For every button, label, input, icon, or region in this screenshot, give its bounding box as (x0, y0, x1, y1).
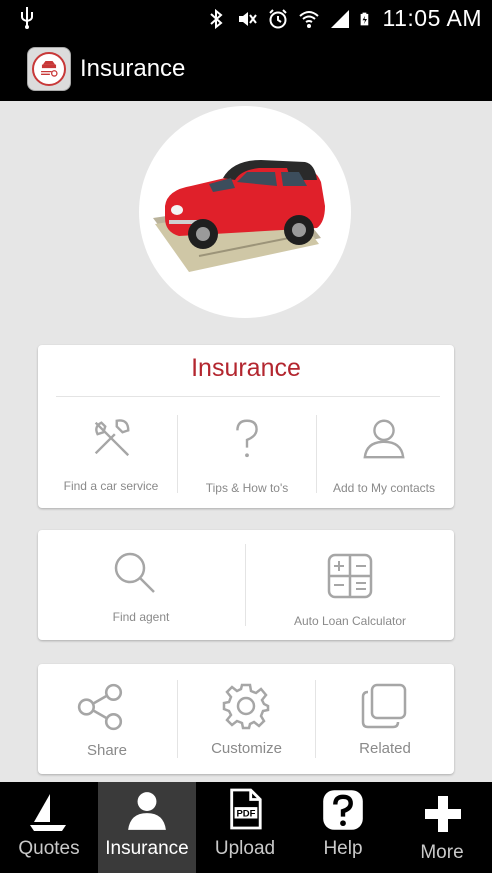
tab-label: Upload (214, 838, 276, 859)
app-logo[interactable] (27, 47, 71, 91)
customize-label: Customize (211, 740, 282, 757)
tips-button[interactable]: Tips & How to's (178, 405, 316, 501)
hero-car-image (139, 106, 351, 318)
tab-help[interactable]: Help (294, 782, 392, 873)
status-bar: 11:05 AM (0, 0, 492, 37)
share-icon (77, 683, 123, 731)
tab-label: More (420, 842, 464, 863)
bluetooth-icon (209, 8, 223, 29)
find-car-service-button[interactable]: Find a car service (46, 405, 176, 501)
pdf-badge: PDF (236, 809, 255, 820)
tab-quotes[interactable]: Quotes (0, 782, 98, 873)
car-insurance-icon (41, 61, 58, 77)
tools-card: Find agent Auto Loan Calculator (38, 530, 454, 640)
page-title: Insurance (80, 55, 186, 82)
related-button[interactable]: Related (316, 664, 454, 774)
related-label: Related (359, 740, 411, 757)
customize-button[interactable]: Customize (178, 664, 315, 774)
stacked-squares-icon (361, 683, 407, 729)
loan-calculator-label: Auto Loan Calculator (293, 614, 407, 628)
magnifier-icon (114, 552, 155, 593)
find-agent-button[interactable]: Find agent (38, 530, 244, 640)
more-card: Share Customize Related (38, 664, 454, 774)
tab-label: Insurance (105, 838, 189, 859)
tools-icon (94, 419, 130, 457)
mute-icon (238, 11, 257, 26)
wifi-icon (298, 10, 319, 28)
pdf-file-icon: PDF (230, 788, 262, 830)
gear-icon (222, 683, 270, 730)
signal-icon (330, 9, 349, 28)
add-contacts-label: Add to My contacts (332, 481, 436, 495)
find-agent-label: Find agent (112, 610, 170, 624)
person-icon (128, 792, 166, 830)
add-contacts-button[interactable]: Add to My contacts (317, 405, 451, 501)
alarm-icon (268, 8, 287, 28)
help-icon (323, 790, 363, 830)
status-clock: 11:05 AM (382, 5, 482, 31)
tab-label: Quotes (18, 838, 80, 859)
question-mark-icon (236, 419, 258, 458)
tab-label: Help (323, 838, 363, 859)
tab-insurance[interactable]: Insurance (98, 782, 196, 873)
divider (56, 396, 440, 397)
battery-icon (360, 12, 368, 25)
person-icon (363, 419, 405, 459)
calculator-icon (327, 553, 373, 599)
share-button[interactable]: Share (38, 664, 176, 774)
card-title: Insurance (191, 354, 301, 382)
usb-icon (21, 7, 33, 29)
tab-more[interactable]: More (392, 782, 492, 873)
plus-icon (425, 796, 461, 832)
find-car-service-label: Find a car service (63, 479, 159, 493)
insurance-card: Insurance Find a car service Tips & How … (38, 345, 454, 508)
bottom-tab-bar: Quotes Insurance PDF Upload Help More (0, 782, 492, 873)
loan-calculator-button[interactable]: Auto Loan Calculator (246, 530, 454, 640)
share-label: Share (86, 742, 128, 759)
tab-upload[interactable]: PDF Upload (196, 782, 294, 873)
sailboat-icon (30, 794, 66, 831)
tips-label: Tips & How to's (205, 481, 289, 495)
action-bar: Insurance (0, 37, 492, 101)
